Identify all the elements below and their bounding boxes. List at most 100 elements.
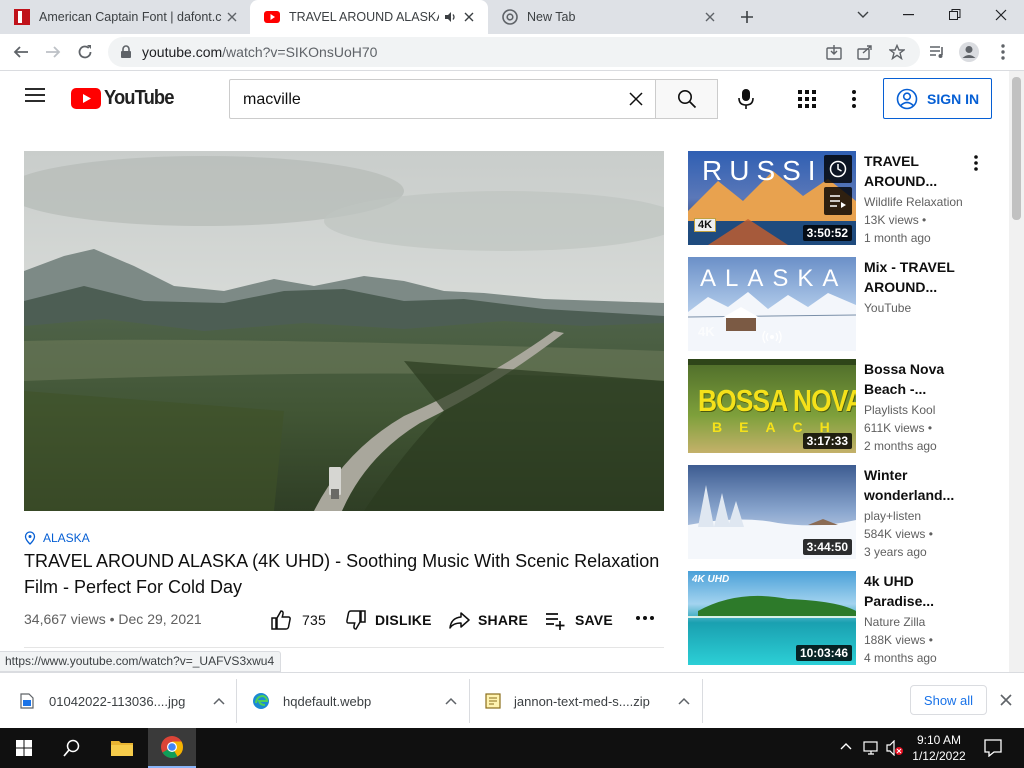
download-item[interactable]: 01042022-113036....jpg — [20, 673, 225, 729]
video-location[interactable]: ALASKA — [24, 531, 90, 545]
taskbar-search-button[interactable] — [48, 728, 96, 768]
dislike-button[interactable]: DISLIKE — [345, 609, 432, 631]
search-input[interactable]: macville — [229, 79, 656, 119]
download-item[interactable]: hqdefault.webp — [252, 673, 457, 729]
video-player[interactable] — [24, 151, 664, 511]
page-scrollbar[interactable] — [1009, 71, 1024, 672]
channel-name[interactable]: Nature Zilla — [864, 615, 925, 629]
chrome-taskbar-button[interactable] — [148, 728, 196, 768]
address-bar[interactable]: youtube.com/watch?v=SIKOnsUoH70 — [108, 37, 920, 67]
windows-taskbar: 9:10 AM 1/12/2022 — [0, 728, 1024, 768]
close-tab-icon[interactable] — [700, 7, 720, 27]
channel-name[interactable]: YouTube — [864, 301, 911, 315]
video-title[interactable]: Bossa Nova Beach -... — [864, 359, 974, 399]
tab-search-chevron-icon[interactable] — [840, 0, 886, 30]
new-tab-button[interactable] — [735, 7, 759, 27]
action-center-notification-icon[interactable] — [984, 739, 1002, 757]
youtube-logo[interactable]: YouTube — [71, 87, 180, 110]
network-icon[interactable] — [863, 740, 881, 756]
scrollbar-thumb[interactable] — [1012, 77, 1021, 220]
reload-button[interactable] — [70, 37, 100, 67]
video-thumbnail[interactable]: ALASKA 4K — [688, 257, 856, 351]
thumbnail-overlay-text: BOSSA NOVA — [698, 383, 856, 418]
search-icon — [63, 739, 80, 757]
back-button[interactable] — [6, 37, 36, 67]
clock-time: 9:10 AM — [916, 733, 962, 747]
youtube-apps-grid-icon[interactable] — [798, 90, 816, 108]
minimize-button[interactable] — [886, 0, 932, 30]
search-button[interactable] — [655, 79, 718, 119]
guide-menu-icon[interactable] — [24, 87, 46, 103]
tab-title: American Captain Font | dafont.com — [39, 10, 222, 24]
share-page-icon[interactable] — [857, 44, 873, 60]
tab-youtube-active[interactable]: TRAVEL AROUND ALASKA (4K UHD) - Soothing… — [250, 0, 488, 34]
speaker-audio-icon[interactable] — [443, 10, 459, 24]
voice-search-microphone-icon[interactable] — [737, 88, 755, 110]
clock-date: 1/12/2022 — [912, 749, 966, 763]
tab-title: TRAVEL AROUND ALASKA (4K UHD) - Soothing… — [289, 10, 439, 24]
like-count: 735 — [302, 612, 326, 628]
video-thumbnail[interactable]: 4K UHD 10:03:46 — [688, 571, 856, 665]
show-all-downloads-button[interactable]: Show all — [910, 685, 987, 715]
clear-search-icon[interactable] — [629, 92, 643, 106]
video-thumbnail[interactable]: RUSSI 4K 3:50:52 — [688, 151, 856, 245]
chrome-favicon-icon — [502, 9, 518, 25]
like-button[interactable]: 735 — [270, 609, 326, 631]
chevron-up-icon[interactable] — [678, 697, 690, 705]
browser-tab-strip: American Captain Font | dafont.com TRAVE… — [0, 0, 1024, 34]
close-downloads-bar-icon[interactable] — [1000, 694, 1012, 706]
chevron-up-icon[interactable] — [213, 697, 225, 705]
thumbs-down-icon — [346, 610, 366, 630]
recommended-video[interactable]: 3:44:50 Winter wonderland... play+listen… — [688, 465, 998, 559]
download-filename: hqdefault.webp — [283, 693, 372, 709]
watch-later-icon[interactable] — [824, 155, 852, 183]
system-clock[interactable]: 9:10 AM 1/12/2022 — [908, 732, 970, 764]
media-queue-icon[interactable] — [922, 37, 952, 67]
bookmark-star-icon[interactable] — [889, 44, 905, 60]
search-icon — [677, 90, 696, 109]
profile-avatar-icon[interactable] — [954, 37, 984, 67]
tab-new-tab[interactable]: New Tab — [488, 0, 728, 34]
share-button[interactable]: SHARE — [448, 609, 528, 631]
volume-muted-icon[interactable] — [886, 740, 904, 756]
close-tab-icon[interactable] — [459, 7, 479, 27]
video-thumbnail[interactable]: BOSSA NOVA BEACH 3:17:33 — [688, 359, 856, 453]
video-title[interactable]: TRAVEL AROUND... — [864, 151, 974, 191]
upload-date: Dec 29, 2021 — [118, 611, 202, 627]
view-count: 188K views • — [864, 633, 933, 647]
divider — [24, 647, 664, 648]
video-title[interactable]: Winter wonderland... — [864, 465, 974, 505]
upload-age: 2 months ago — [864, 439, 937, 453]
item-menu-icon[interactable] — [974, 155, 978, 171]
save-button[interactable]: SAVE — [545, 609, 613, 631]
add-to-queue-icon[interactable] — [824, 187, 852, 215]
forward-button[interactable] — [38, 37, 68, 67]
lock-icon[interactable] — [120, 45, 132, 59]
recommended-video[interactable]: 4K UHD 10:03:46 4k UHD Paradise... Natur… — [688, 571, 998, 665]
recommended-video[interactable]: RUSSI 4K 3:50:52 TRAVEL AROUND... Wildli… — [688, 151, 998, 245]
channel-name[interactable]: play+listen — [864, 509, 921, 523]
save-label: SAVE — [575, 612, 613, 628]
close-window-button[interactable] — [978, 0, 1024, 30]
video-title[interactable]: Mix - TRAVEL AROUND... — [864, 257, 974, 297]
settings-more-icon[interactable] — [852, 90, 856, 108]
recommended-video[interactable]: BOSSA NOVA BEACH 3:17:33 Bossa Nova Beac… — [688, 359, 998, 453]
channel-name[interactable]: Wildlife Relaxation — [864, 195, 963, 209]
file-explorer-taskbar-button[interactable] — [98, 728, 146, 768]
video-title[interactable]: 4k UHD Paradise... — [864, 571, 974, 611]
channel-name[interactable]: Playlists Kool — [864, 403, 935, 417]
install-app-icon[interactable] — [826, 44, 842, 60]
sign-in-button[interactable]: SIGN IN — [883, 78, 992, 119]
show-hidden-icons-chevron-icon[interactable] — [840, 742, 852, 750]
start-button[interactable] — [0, 728, 48, 768]
share-arrow-icon — [449, 612, 470, 629]
recommended-mix[interactable]: ALASKA 4K Mix - TRAVEL AROUND... YouTube — [688, 257, 998, 351]
tab-dafont[interactable]: American Captain Font | dafont.com — [0, 0, 250, 34]
more-actions-icon[interactable] — [636, 615, 662, 621]
download-item[interactable]: jannon-text-med-s....zip — [485, 673, 690, 729]
chrome-menu-icon[interactable] — [988, 37, 1018, 67]
close-tab-icon[interactable] — [222, 7, 242, 27]
video-thumbnail[interactable]: 3:44:50 — [688, 465, 856, 559]
restore-button[interactable] — [932, 0, 978, 30]
chevron-up-icon[interactable] — [445, 697, 457, 705]
